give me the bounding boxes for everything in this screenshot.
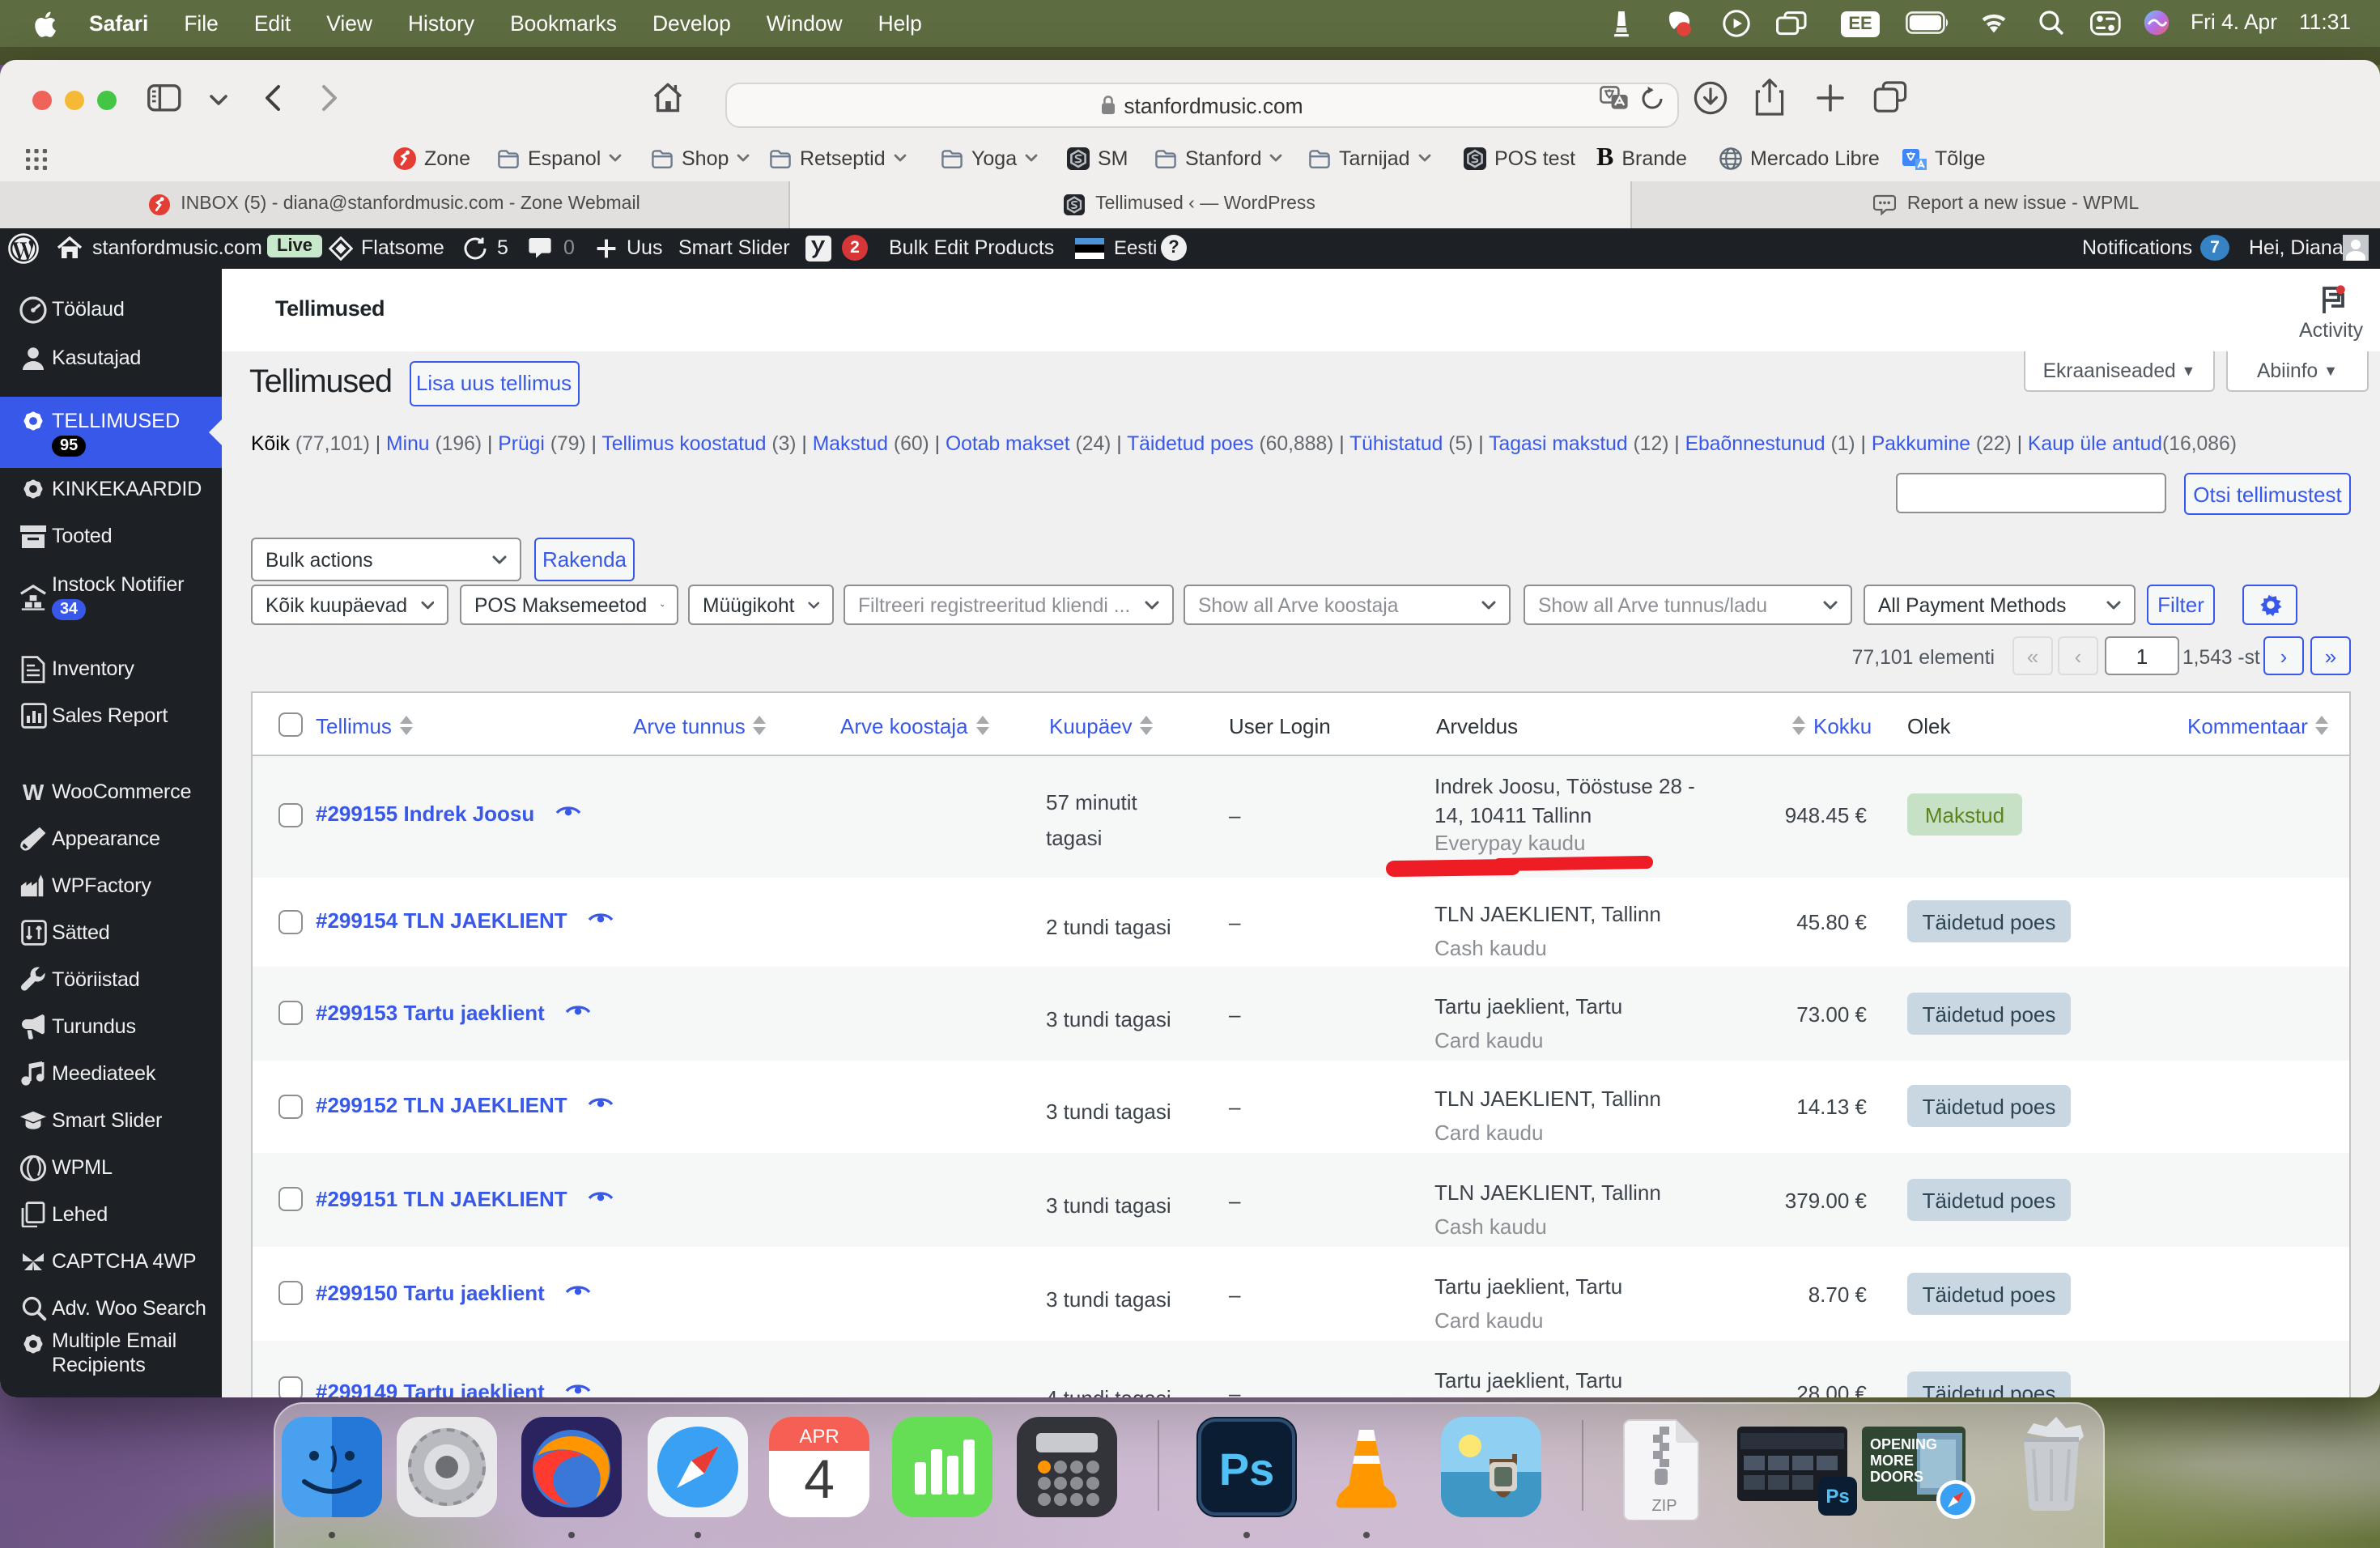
svg-text:ZIP: ZIP	[1651, 1497, 1677, 1515]
svg-text:OPENING: OPENING	[1870, 1436, 1937, 1452]
svg-text:MORE: MORE	[1870, 1452, 1914, 1469]
svg-text:APR: APR	[799, 1426, 839, 1448]
svg-text:Ps: Ps	[1219, 1444, 1275, 1495]
svg-text:4: 4	[804, 1448, 835, 1510]
svg-text:DOORS: DOORS	[1870, 1469, 1923, 1485]
